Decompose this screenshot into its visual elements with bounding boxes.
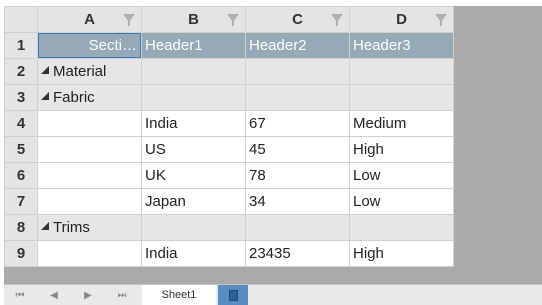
column-letter: A (84, 11, 95, 28)
sheet-tab-sheet1[interactable]: Sheet1 (142, 285, 216, 305)
cell-c1[interactable]: Header2 (245, 32, 350, 59)
collapse-toggle-icon[interactable] (41, 222, 49, 231)
cell-d9[interactable]: High (349, 240, 454, 267)
cell-a3[interactable]: Fabric (37, 84, 142, 111)
filter-icon[interactable] (123, 14, 135, 26)
first-sheet-icon[interactable]: ⏮ (4, 285, 36, 305)
cell-d6[interactable]: Low (349, 162, 454, 189)
cell-c3[interactable] (245, 84, 350, 111)
column-header-b[interactable]: B (141, 6, 246, 33)
filter-icon[interactable] (435, 14, 447, 26)
cell-c8[interactable] (245, 214, 350, 241)
cell-b8[interactable] (141, 214, 246, 241)
table-row: 4 India 67 Medium (4, 110, 454, 137)
cell-d5[interactable]: High (349, 136, 454, 163)
row-header[interactable]: 2 (4, 58, 38, 85)
cell-b4[interactable]: India (141, 110, 246, 137)
cell-b3[interactable] (141, 84, 246, 111)
cell-a4[interactable] (37, 110, 142, 137)
cell-c5[interactable]: 45 (245, 136, 350, 163)
row-header[interactable]: 5 (4, 136, 38, 163)
group-label: Trims (53, 219, 90, 236)
new-sheet-glyph (228, 289, 238, 301)
column-letter: D (396, 11, 407, 28)
cell-a7[interactable] (37, 188, 142, 215)
cell-c6[interactable]: 78 (245, 162, 350, 189)
row-header[interactable]: 1 (4, 32, 38, 59)
cell-b1[interactable]: Header1 (141, 32, 246, 59)
prev-sheet-icon[interactable]: ◀ (38, 285, 70, 305)
row-header[interactable]: 9 (4, 240, 38, 267)
collapse-toggle-icon[interactable] (41, 92, 49, 101)
cell-d8[interactable] (349, 214, 454, 241)
column-letter: C (292, 11, 303, 28)
cell-c9[interactable]: 23435 (245, 240, 350, 267)
cell-c7[interactable]: 34 (245, 188, 350, 215)
table-row: 5 US 45 High (4, 136, 454, 163)
column-letter: B (188, 11, 199, 28)
column-header-d[interactable]: D (349, 6, 454, 33)
select-all-corner[interactable] (4, 6, 38, 33)
sheet-tab-bar: ⏮ ◀ ▶ ⏭ Sheet1 (4, 284, 542, 305)
filter-icon[interactable] (227, 14, 239, 26)
table-row: 2 Material (4, 58, 454, 85)
cell-b7[interactable]: Japan (141, 188, 246, 215)
table-row: 7 Japan 34 Low (4, 188, 454, 215)
cell-d7[interactable]: Low (349, 188, 454, 215)
cell-a9[interactable] (37, 240, 142, 267)
cell-a2[interactable]: Material (37, 58, 142, 85)
cell-a6[interactable] (37, 162, 142, 189)
row-header[interactable]: 8 (4, 214, 38, 241)
cell-c2[interactable] (245, 58, 350, 85)
row-header[interactable]: 7 (4, 188, 38, 215)
cell-a8[interactable]: Trims (37, 214, 142, 241)
cell-d4[interactable]: Medium (349, 110, 454, 137)
filter-icon[interactable] (331, 14, 343, 26)
table-row: 3 Fabric (4, 84, 454, 111)
cell-a5[interactable] (37, 136, 142, 163)
collapse-toggle-icon[interactable] (41, 66, 49, 75)
table-row: 9 India 23435 High (4, 240, 454, 267)
last-sheet-icon[interactable]: ⏭ (106, 285, 138, 305)
add-sheet-icon[interactable] (218, 285, 248, 305)
column-header-c[interactable]: C (245, 6, 350, 33)
cell-d3[interactable] (349, 84, 454, 111)
cell-b9[interactable]: India (141, 240, 246, 267)
column-header-row: A B C D (4, 6, 454, 33)
table-row: 8 Trims (4, 214, 454, 241)
table-row: 1 Secti… Header1 Header2 Header3 (4, 32, 454, 59)
cell-b6[interactable]: UK (141, 162, 246, 189)
group-label: Material (53, 63, 107, 80)
cell-b2[interactable] (141, 58, 246, 85)
row-header[interactable]: 4 (4, 110, 38, 137)
next-sheet-icon[interactable]: ▶ (72, 285, 104, 305)
cell-d1[interactable]: Header3 (349, 32, 454, 59)
cell-a1[interactable]: Secti… (37, 32, 142, 59)
spreadsheet-grid: A B C D 1 Secti… Header1 Header2 Header3… (4, 6, 454, 267)
spreadsheet-workbook: A B C D 1 Secti… Header1 Header2 Header3… (4, 6, 542, 305)
row-header[interactable]: 6 (4, 162, 38, 189)
cell-d2[interactable] (349, 58, 454, 85)
row-header[interactable]: 3 (4, 84, 38, 111)
column-header-a[interactable]: A (37, 6, 142, 33)
table-row: 6 UK 78 Low (4, 162, 454, 189)
cell-c4[interactable]: 67 (245, 110, 350, 137)
cell-b5[interactable]: US (141, 136, 246, 163)
group-label: Fabric (53, 89, 95, 106)
